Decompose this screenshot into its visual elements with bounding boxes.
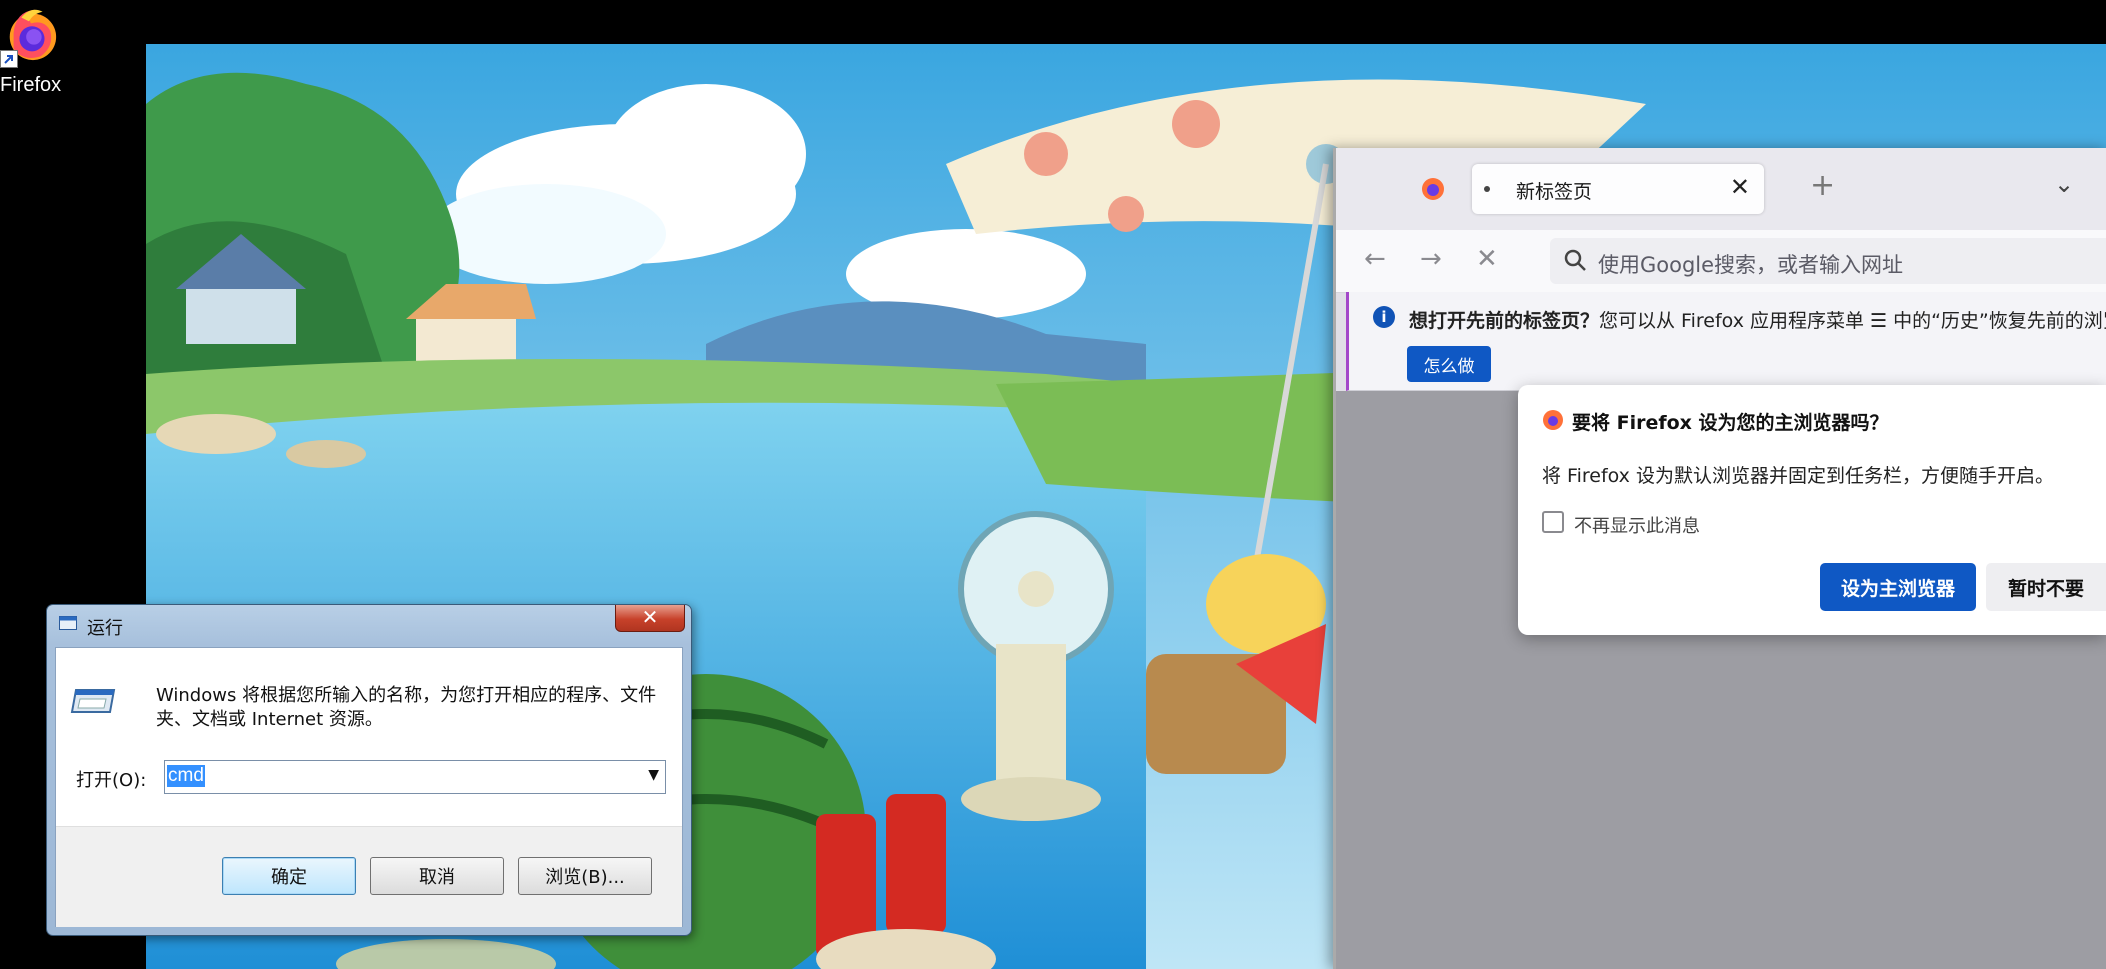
run-description: Windows 将根据您所输入的名称，为您打开相应的程序、文件夹、文档或 Int…: [156, 685, 657, 730]
run-button-bar: 确定 取消 浏览(B)...: [56, 826, 682, 927]
tab-loading-dot-icon: [1484, 186, 1490, 192]
infobar-message-text: 您可以从 Firefox 应用程序菜单 ☰ 中的“历史”恢复先前的浏览: [1599, 310, 2106, 332]
run-titlebar[interactable]: 运行 ✕: [47, 605, 691, 639]
run-dialog: 运行 ✕ Windows 将根据您所输入的名称，为您打开相应的程序、文件夹、文档…: [46, 604, 692, 936]
info-icon: i: [1373, 306, 1395, 328]
back-arrow-icon[interactable]: ←: [1364, 244, 1386, 274]
url-bar-placeholder: 使用Google搜索，或者输入网址: [1598, 253, 1904, 277]
new-tab-button[interactable]: +: [1810, 168, 1835, 203]
tab-close-icon[interactable]: ✕: [1730, 173, 1750, 201]
run-client-area: Windows 将根据您所输入的名称，为您打开相应的程序、文件夹、文档或 Int…: [55, 647, 683, 927]
infobar-message: 想打开先前的标签页？您可以从 Firefox 应用程序菜单 ☰ 中的“历史”恢复…: [1409, 306, 2106, 333]
run-app-icon: [59, 616, 77, 630]
desktop-firefox-shortcut[interactable]: Firefox: [0, 0, 64, 100]
infobar-message-bold: 想打开先前的标签页？: [1409, 310, 1600, 332]
browse-button[interactable]: 浏览(B)...: [518, 857, 652, 895]
run-title: 运行: [87, 618, 123, 639]
tab-title: 新标签页: [1516, 181, 1593, 203]
set-default-browser-button[interactable]: 设为主浏览器: [1820, 563, 1976, 611]
desktop-icon-label: Firefox: [0, 74, 62, 96]
dont-show-again-checkbox[interactable]: [1542, 511, 1564, 533]
firefox-view-icon[interactable]: [1420, 176, 1446, 202]
session-restore-infobar: i 想打开先前的标签页？您可以从 Firefox 应用程序菜单 ☰ 中的“历史”…: [1346, 292, 2106, 391]
default-browser-dialog: 要将 Firefox 设为您的主浏览器吗？ 将 Firefox 设为默认浏览器并…: [1518, 385, 2106, 635]
chevron-down-icon[interactable]: ▼: [648, 767, 659, 783]
stop-icon[interactable]: ✕: [1476, 244, 1498, 274]
dialog-title: 要将 Firefox 设为您的主浏览器吗？: [1572, 412, 1889, 434]
forward-arrow-icon[interactable]: →: [1420, 244, 1442, 274]
how-to-button[interactable]: 怎么做: [1407, 346, 1491, 382]
open-label: 打开(O):: [76, 770, 147, 791]
ok-button[interactable]: 确定: [222, 857, 356, 895]
navigation-toolbar: ← → ✕ 使用Google搜索，或者输入网址: [1336, 230, 2106, 293]
url-bar[interactable]: 使用Google搜索，或者输入网址: [1550, 238, 2106, 284]
open-combobox[interactable]: cmd ▼: [164, 760, 666, 794]
run-program-icon: [70, 689, 116, 713]
shortcut-arrow-icon: [0, 50, 18, 68]
tab-new-tab[interactable]: 新标签页 ✕: [1472, 164, 1764, 214]
cancel-button[interactable]: 取消: [370, 857, 504, 895]
dialog-body: 将 Firefox 设为默认浏览器并固定到任务栏，方便随手开启。: [1542, 465, 2054, 487]
dont-show-again-label[interactable]: 不再显示此消息: [1574, 512, 1700, 538]
tab-strip: 新标签页 ✕ + ⌄: [1336, 148, 2106, 230]
firefox-logo-icon: [1543, 410, 1563, 430]
open-input-value[interactable]: cmd: [167, 765, 205, 787]
list-all-tabs-icon[interactable]: ⌄: [2054, 170, 2074, 198]
search-icon: [1564, 249, 1586, 271]
not-now-button[interactable]: 暂时不要: [1986, 563, 2106, 611]
close-button[interactable]: ✕: [615, 605, 685, 632]
